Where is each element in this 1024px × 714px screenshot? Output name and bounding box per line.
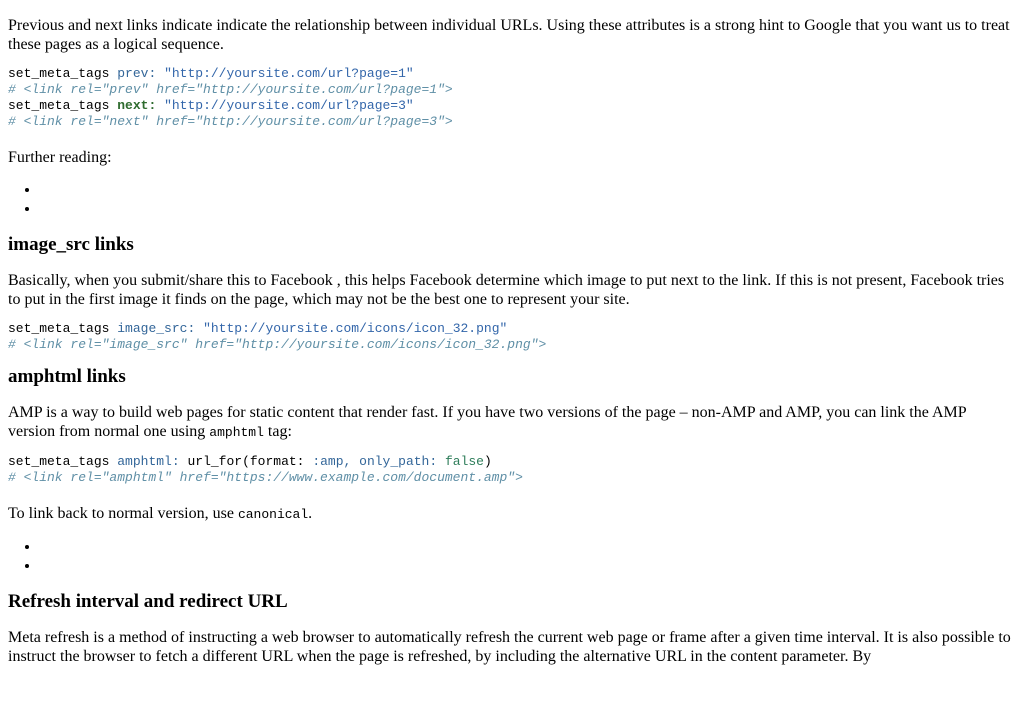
code-function: url_for(format: bbox=[187, 454, 305, 469]
list-item bbox=[40, 537, 1016, 556]
code-key: prev: bbox=[117, 66, 157, 81]
code-symbol: :amp, bbox=[312, 454, 352, 469]
code-boolean: false bbox=[444, 454, 484, 469]
list-item bbox=[40, 199, 1016, 218]
code-key: only_path: bbox=[359, 454, 438, 469]
amphtml-body: AMP is a way to build web pages for stat… bbox=[8, 403, 1016, 442]
code-comment: # <link rel="prev" href="http://yoursite… bbox=[8, 82, 453, 97]
section-heading-image-src: image_src links bbox=[8, 234, 134, 255]
image-src-body: Basically, when you submit/share this to… bbox=[8, 272, 1005, 308]
code-string: "http://yoursite.com/url?page=3" bbox=[164, 98, 414, 113]
code-command: set_meta_tags bbox=[8, 321, 110, 336]
code-string: "http://yoursite.com/url?page=1" bbox=[164, 66, 414, 81]
inline-code: canonical bbox=[237, 507, 309, 522]
refresh-body: Meta refresh is a method of instructing … bbox=[8, 629, 1011, 665]
section-heading-amphtml: amphtml links bbox=[8, 366, 126, 387]
code-comment: # <link rel="image_src" href="http://you… bbox=[8, 337, 547, 352]
code-key: next: bbox=[117, 98, 157, 113]
code-key: amphtml: bbox=[117, 454, 180, 469]
amphtml-code-block: set_meta_tags amphtml: url_for(format: :… bbox=[8, 454, 1016, 486]
further-reading-label: Further reading: bbox=[8, 149, 112, 166]
amphtml-body-tail: tag: bbox=[263, 423, 292, 440]
link-back-body: To link back to normal version, use bbox=[8, 505, 238, 522]
link-back-list bbox=[8, 537, 1016, 575]
code-command: set_meta_tags bbox=[8, 98, 110, 113]
code-command: set_meta_tags bbox=[8, 66, 110, 81]
further-reading-list bbox=[8, 180, 1016, 218]
prev-next-code-block: set_meta_tags prev: "http://yoursite.com… bbox=[8, 66, 1016, 130]
list-item bbox=[40, 556, 1016, 575]
code-paren: ) bbox=[483, 454, 492, 469]
code-command: set_meta_tags bbox=[8, 454, 110, 469]
prev-next-intro: Previous and next links indicate indicat… bbox=[8, 17, 1010, 53]
document-page: Previous and next links indicate indicat… bbox=[0, 16, 1024, 666]
code-key: image_src: bbox=[117, 321, 196, 336]
list-item bbox=[40, 180, 1016, 199]
link-back-tail: . bbox=[308, 505, 313, 522]
code-string: "http://yoursite.com/icons/icon_32.png" bbox=[203, 321, 508, 336]
code-comment: # <link rel="amphtml" href="https://www.… bbox=[8, 470, 523, 485]
code-comment: # <link rel="next" href="http://yoursite… bbox=[8, 114, 453, 129]
image-src-code-block: set_meta_tags image_src: "http://yoursit… bbox=[8, 321, 1016, 353]
section-heading-refresh: Refresh interval and redirect URL bbox=[8, 591, 288, 612]
amphtml-body-text: AMP is a way to build web pages for stat… bbox=[8, 404, 967, 440]
inline-code: amphtml bbox=[209, 425, 264, 440]
link-back-text: To link back to normal version, use cano… bbox=[8, 504, 1016, 524]
